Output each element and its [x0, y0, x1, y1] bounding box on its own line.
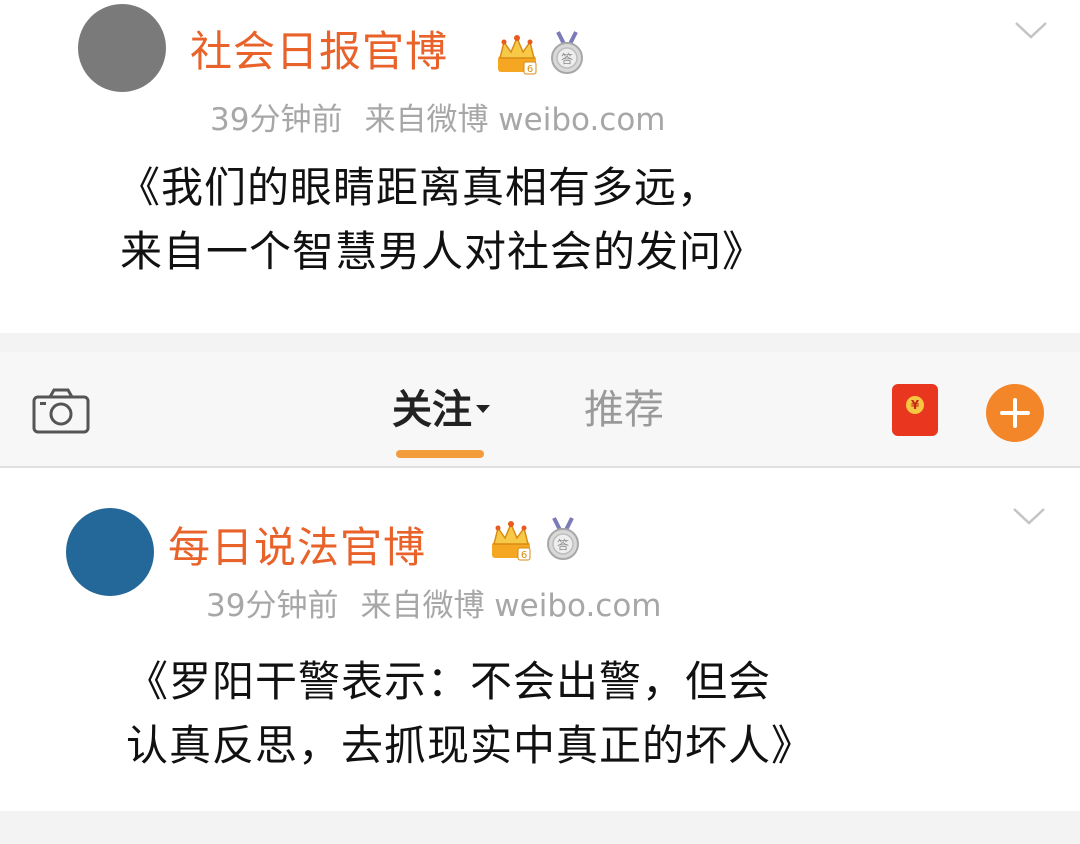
post-text-line: 《罗阳干警表示：不会出警，但会 [126, 657, 772, 706]
post-source[interactable]: 来自微博 weibo.com [360, 588, 661, 624]
add-button[interactable] [986, 384, 1044, 442]
caret-down-icon [476, 405, 490, 413]
avatar[interactable] [66, 508, 154, 596]
chevron-down-icon[interactable] [1012, 506, 1046, 526]
post-time: 39分钟前 [206, 588, 339, 624]
svg-text:答: 答 [561, 51, 573, 66]
post-text[interactable]: 《我们的眼睛距离真相有多远， 来自一个智慧男人对社会的发问》 [118, 156, 765, 284]
crown-badge-icon: 6 [498, 35, 537, 75]
camera-icon[interactable] [32, 388, 90, 434]
post-author[interactable]: 社会日报官博 [190, 28, 448, 76]
svg-text:答: 答 [557, 537, 569, 552]
post-meta: 39分钟前 来自微博 weibo.com [206, 588, 662, 624]
active-tab-indicator [396, 450, 484, 458]
post-card[interactable]: 社会日报官博 6 答 39分钟前 来自微博 weibo.com 《我们的眼睛距离真… [0, 0, 1080, 333]
post-text-line: 认真反思，去抓现实中真正的坏人》 [126, 721, 815, 770]
feed-tab-bar: 关注 推荐 ¥ [0, 352, 1080, 468]
red-packet-icon[interactable]: ¥ [892, 384, 938, 436]
post-text[interactable]: 《罗阳干警表示：不会出警，但会 认真反思，去抓现实中真正的坏人》 [126, 650, 814, 778]
post-card[interactable]: 每日说法官博 6 答 39分钟前 来自微博 weibo.com 《罗阳干警表示：不… [0, 468, 1080, 811]
avatar[interactable] [78, 4, 166, 92]
post-text-line: 来自一个智慧男人对社会的发问》 [120, 227, 766, 276]
post-meta: 39分钟前 来自微博 weibo.com [210, 102, 666, 138]
svg-text:6: 6 [527, 64, 533, 75]
tab-recommend[interactable]: 推荐 [584, 386, 664, 434]
post-source[interactable]: 来自微博 weibo.com [364, 102, 665, 138]
post-author[interactable]: 每日说法官博 [168, 524, 426, 572]
tab-follow[interactable]: 关注 [392, 386, 490, 434]
medal-badge-icon: 答 [551, 31, 583, 74]
post-time: 39分钟前 [210, 102, 343, 138]
post-text-line: 《我们的眼睛距离真相有多远， [118, 163, 721, 212]
svg-text:6: 6 [521, 550, 527, 561]
chevron-down-icon[interactable] [1014, 20, 1048, 40]
medal-badge-icon: 答 [547, 517, 579, 560]
yuan-seal-icon: ¥ [906, 396, 924, 414]
crown-badge-icon: 6 [492, 521, 531, 561]
